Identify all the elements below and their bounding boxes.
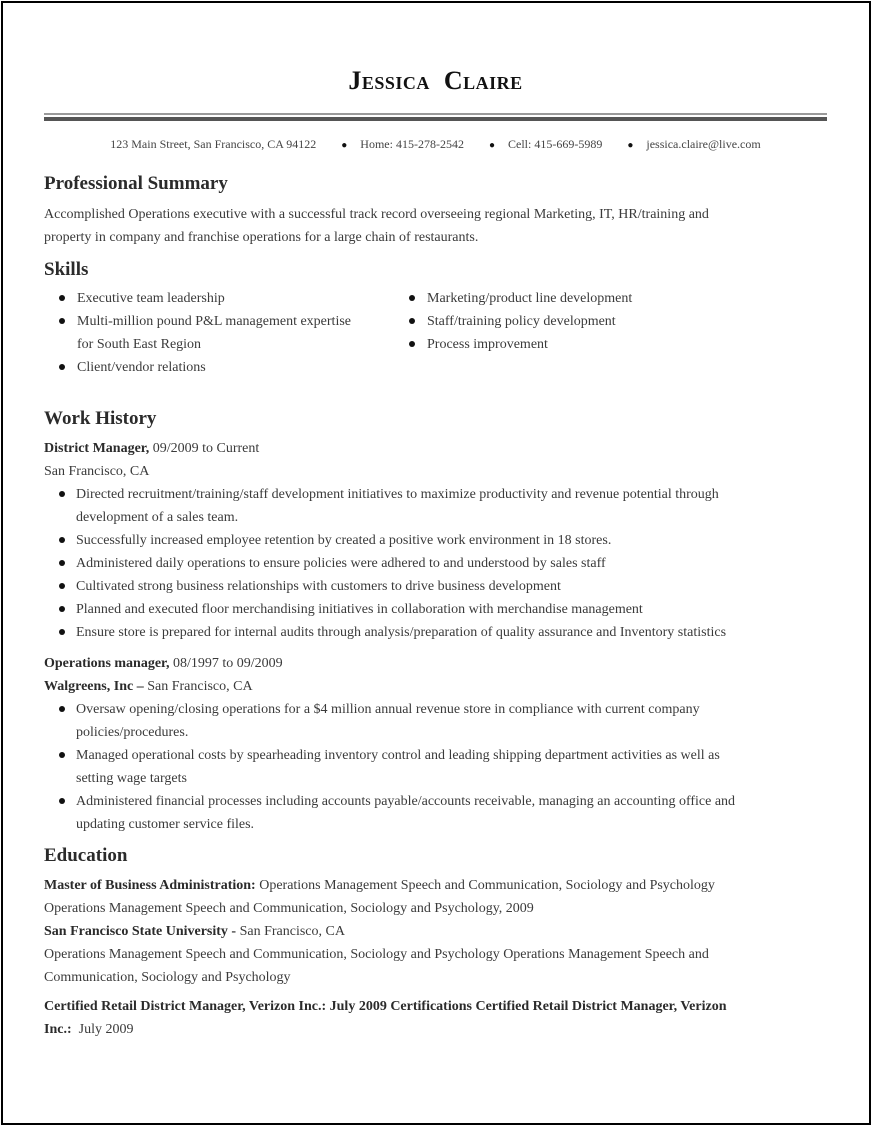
job-location: San Francisco, CA — [44, 464, 150, 479]
contact-line: 123 Main Street, San Francisco, CA 94122… — [0, 137, 871, 152]
job-title-line: Operations manager, 08/1997 to 09/2009 — [44, 652, 744, 675]
contact-home-phone: Home: 415-278-2542 — [360, 137, 464, 151]
section-heading: Work History — [44, 408, 157, 429]
skill-item: Process improvement — [394, 333, 744, 356]
degree-name: Master of Business Administration: — [44, 878, 256, 893]
job-bullet: Successfully increased employee retentio… — [44, 529, 744, 552]
skill-item: Executive team leadership — [44, 287, 394, 310]
work-history-section: Work History District Manager, 09/2009 t… — [44, 407, 744, 836]
skill-item: Multi-million pound P&L management exper… — [44, 310, 394, 356]
skills-grid: Executive team leadership Multi-million … — [44, 287, 744, 379]
job-bullet: Administered financial processes includi… — [44, 790, 754, 836]
job-title: Operations manager, — [44, 656, 170, 671]
school-name: San Francisco State University - — [44, 924, 237, 939]
job-entry: District Manager, 09/2009 to Current San… — [44, 437, 744, 644]
bullet-icon: ● — [488, 140, 495, 151]
bullet-icon: ● — [627, 140, 634, 151]
job-bullet: Directed recruitment/training/staff deve… — [44, 483, 744, 529]
job-title-line: District Manager, 09/2009 to Current — [44, 437, 744, 460]
job-bullet: Cultivated strong business relationships… — [44, 575, 744, 598]
resume-body: Professional Summary Accomplished Operat… — [44, 172, 744, 1041]
job-company: Walgreens, Inc – — [44, 679, 148, 694]
degree-line: Master of Business Administration: Opera… — [44, 874, 744, 920]
certification-date: July 2009 — [71, 1022, 134, 1037]
job-bullets: Directed recruitment/training/staff deve… — [44, 483, 744, 644]
section-heading: Professional Summary — [44, 173, 228, 194]
bullet-icon: ● — [341, 140, 348, 151]
coursework: Operations Management Speech and Communi… — [44, 947, 709, 985]
job-bullet: Oversaw opening/closing operations for a… — [44, 698, 754, 744]
candidate-name: Jessica Claire — [348, 66, 523, 95]
job-location: San Francisco, CA — [147, 679, 253, 694]
skills-right-column: Marketing/product line development Staff… — [394, 287, 744, 379]
certification-line: Certified Retail District Manager, Veriz… — [44, 995, 744, 1041]
school-location: San Francisco, CA — [236, 924, 345, 939]
job-bullet: Planned and executed floor merchandising… — [44, 598, 744, 621]
skill-item: Staff/training policy development — [394, 310, 744, 333]
contact-address: 123 Main Street, San Francisco, CA 94122 — [110, 137, 317, 151]
header-divider-thin — [44, 113, 827, 115]
job-bullets: Oversaw opening/closing operations for a… — [44, 698, 754, 836]
section-heading: Education — [44, 845, 128, 866]
job-title: District Manager, — [44, 441, 150, 456]
job-entry: Operations manager, 08/1997 to 09/2009 W… — [44, 652, 744, 836]
job-company-line: Walgreens, Inc – San Francisco, CA — [44, 675, 744, 698]
skill-item: Marketing/product line development — [394, 287, 744, 310]
certification-name: Certified Retail District Manager, Veriz… — [44, 999, 727, 1037]
job-bullet: Ensure store is prepared for internal au… — [44, 621, 744, 644]
job-bullet: Managed operational costs by spearheadin… — [44, 744, 754, 790]
job-dates: 09/2009 to Current — [149, 441, 260, 456]
contact-cell-phone: Cell: 415-669-5989 — [508, 137, 603, 151]
section-heading: Skills — [44, 259, 89, 280]
job-dates: 08/1997 to 09/2009 — [169, 656, 283, 671]
school-line: San Francisco State University - San Fra… — [44, 920, 744, 943]
contact-email[interactable]: jessica.claire@live.com — [646, 137, 760, 151]
professional-summary-section: Professional Summary Accomplished Operat… — [44, 172, 744, 249]
education-section: Education Master of Business Administrat… — [44, 844, 744, 1041]
header-divider-thick — [44, 117, 827, 121]
skills-section: Skills Executive team leadership Multi-m… — [44, 258, 744, 379]
summary-text: Accomplished Operations executive with a… — [44, 207, 709, 245]
job-bullet: Administered daily operations to ensure … — [44, 552, 744, 575]
skills-left-column: Executive team leadership Multi-million … — [44, 287, 394, 379]
skill-item: Client/vendor relations — [44, 356, 394, 379]
